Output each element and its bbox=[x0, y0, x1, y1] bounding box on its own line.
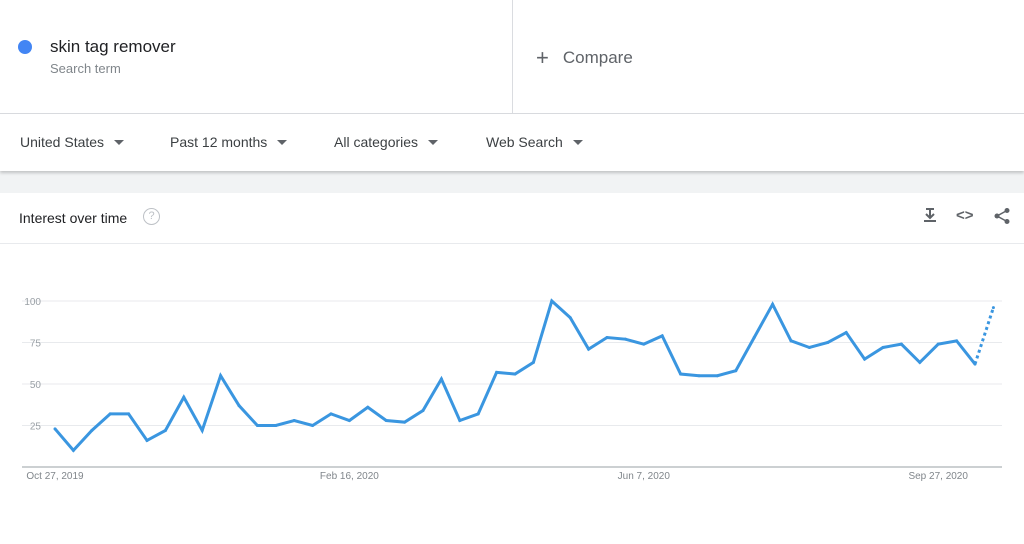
caret-down-icon bbox=[114, 140, 125, 145]
data-point bbox=[771, 302, 775, 306]
data-point bbox=[237, 404, 241, 408]
data-point bbox=[458, 419, 462, 423]
region-label: United States bbox=[20, 134, 105, 150]
data-point bbox=[991, 306, 995, 310]
category-dropdown[interactable]: All categories bbox=[334, 134, 439, 150]
x-tick-label: Sep 27, 2020 bbox=[908, 471, 968, 482]
data-point bbox=[531, 360, 535, 364]
partial-data-line bbox=[973, 307, 995, 365]
data-point bbox=[807, 345, 811, 349]
y-tick-label: 75 bbox=[30, 339, 42, 350]
data-point bbox=[255, 424, 259, 427]
filter-bar: United States Past 12 months All categor… bbox=[0, 114, 1024, 171]
data-point bbox=[145, 438, 149, 442]
data-point bbox=[881, 345, 885, 349]
data-point bbox=[715, 374, 719, 378]
caret-down-icon bbox=[428, 140, 439, 145]
data-point bbox=[697, 374, 701, 378]
data-point bbox=[90, 428, 94, 432]
data-point bbox=[642, 342, 646, 346]
data-point bbox=[513, 372, 517, 376]
x-tick-label: Jun 7, 2020 bbox=[618, 471, 671, 482]
y-tick-label: 100 bbox=[24, 297, 41, 308]
data-point bbox=[366, 405, 370, 409]
time-label: Past 12 months bbox=[170, 134, 268, 150]
data-point bbox=[587, 347, 591, 351]
region-dropdown[interactable]: United States bbox=[20, 134, 125, 150]
interest-line-chart: 100 75 50 25 Oct 27, 2019 Feb 16, 2020 Jun 7, … bbox=[22, 297, 1002, 482]
data-point bbox=[863, 357, 867, 361]
property-label: Web Search bbox=[486, 134, 563, 150]
x-tick-label: Feb 16, 2020 bbox=[320, 471, 379, 482]
data-point bbox=[789, 339, 793, 343]
data-point bbox=[476, 412, 480, 416]
data-point bbox=[403, 420, 407, 424]
data-point bbox=[679, 372, 683, 376]
data-point bbox=[329, 412, 333, 416]
data-point bbox=[311, 424, 315, 427]
data-point bbox=[936, 342, 940, 346]
data-point bbox=[421, 409, 425, 413]
data-point bbox=[274, 424, 278, 427]
data-point bbox=[826, 341, 830, 344]
data-point bbox=[495, 370, 499, 374]
data-point bbox=[71, 448, 75, 452]
property-dropdown[interactable]: Web Search bbox=[486, 134, 583, 150]
data-point bbox=[955, 339, 959, 343]
data-point bbox=[439, 377, 443, 381]
data-point bbox=[844, 331, 848, 335]
y-tick-label: 50 bbox=[30, 380, 42, 391]
data-point bbox=[53, 427, 57, 431]
data-point bbox=[752, 336, 756, 340]
data-point bbox=[660, 334, 664, 338]
data-point bbox=[347, 419, 351, 423]
data-point bbox=[292, 419, 296, 423]
data-point bbox=[568, 316, 572, 320]
time-dropdown[interactable]: Past 12 months bbox=[170, 134, 288, 150]
y-tick-label: 25 bbox=[30, 422, 42, 433]
data-point bbox=[734, 369, 738, 373]
caret-down-icon bbox=[572, 140, 583, 145]
data-point bbox=[973, 362, 977, 366]
data-point bbox=[127, 412, 131, 416]
data-point bbox=[200, 428, 204, 432]
x-tick-label: Oct 27, 2019 bbox=[26, 471, 84, 482]
category-label: All categories bbox=[334, 134, 419, 150]
caret-down-icon bbox=[277, 140, 288, 145]
data-point bbox=[550, 299, 554, 303]
data-point bbox=[219, 374, 223, 378]
data-point bbox=[182, 395, 186, 399]
data-point bbox=[623, 337, 627, 341]
data-point bbox=[163, 428, 167, 432]
data-point bbox=[108, 412, 112, 416]
data-point bbox=[605, 336, 609, 340]
series-line bbox=[53, 298, 977, 453]
data-point bbox=[899, 342, 903, 346]
data-point bbox=[384, 419, 388, 423]
data-point bbox=[918, 360, 922, 364]
